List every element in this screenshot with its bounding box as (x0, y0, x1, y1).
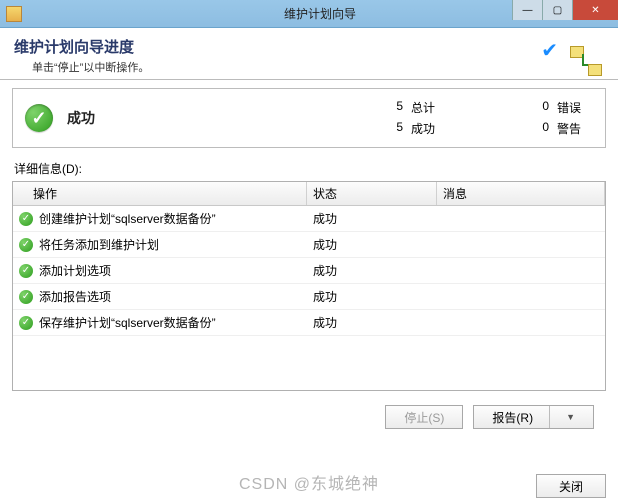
stop-button: 停止(S) (385, 405, 463, 429)
row-success-icon: ✓ (19, 264, 33, 278)
title-bar: 维护计划向导 — ▢ ✕ (0, 0, 618, 28)
close-window-button[interactable]: ✕ (572, 0, 618, 20)
row-status: 成功 (307, 284, 437, 309)
row-success-icon: ✓ (19, 238, 33, 252)
row-action: 将任务添加到维护计划 (39, 236, 159, 253)
summary-status: 成功 (67, 108, 227, 128)
total-label: 总计 (411, 99, 447, 116)
col-action[interactable]: 操作 (13, 182, 307, 205)
table-row[interactable]: ✓ 添加报告选项 成功 (13, 284, 605, 310)
close-button[interactable]: 关闭 (536, 474, 606, 498)
maximize-button[interactable]: ▢ (542, 0, 572, 20)
table-row[interactable]: ✓ 保存维护计划“sqlserver数据备份” 成功 (13, 310, 605, 336)
warning-label: 警告 (557, 120, 593, 137)
row-message (437, 232, 605, 257)
row-action: 保存维护计划“sqlserver数据备份” (39, 314, 216, 331)
col-status[interactable]: 状态 (307, 182, 437, 205)
row-status: 成功 (307, 232, 437, 257)
row-success-icon: ✓ (19, 212, 33, 226)
total-count: 5 (389, 99, 403, 116)
success-count: 5 (389, 120, 403, 137)
success-label: 成功 (411, 120, 447, 137)
report-button[interactable]: 报告(R) ▼ (473, 405, 594, 429)
row-message (437, 310, 605, 335)
grid-header: 操作 状态 消息 (13, 182, 605, 206)
row-message (437, 206, 605, 231)
page-title: 维护计划向导进度 (14, 36, 604, 57)
window-controls: — ▢ ✕ (512, 0, 618, 20)
header-check-icon: ✔ (541, 38, 558, 63)
error-count: 0 (535, 99, 549, 116)
row-status: 成功 (307, 206, 437, 231)
row-action: 添加报告选项 (39, 288, 111, 305)
details-label: 详细信息(D): (14, 160, 606, 177)
success-icon: ✓ (25, 104, 53, 132)
row-status: 成功 (307, 258, 437, 283)
watermark: CSDN @东城绝神 (239, 470, 379, 494)
table-row[interactable]: ✓ 将任务添加到维护计划 成功 (13, 232, 605, 258)
header-diagram-icon (566, 44, 606, 80)
app-icon (6, 6, 22, 22)
row-action: 创建维护计划“sqlserver数据备份” (39, 210, 216, 227)
button-bar: 停止(S) 报告(R) ▼ (12, 391, 606, 429)
warning-count: 0 (535, 120, 549, 137)
table-row[interactable]: ✓ 添加计划选项 成功 (13, 258, 605, 284)
dropdown-icon: ▼ (566, 412, 575, 422)
page-subtitle: 单击“停止”以中断操作。 (32, 59, 604, 75)
summary-panel: ✓ 成功 5 总计 0 错误 5 成功 0 警告 (12, 88, 606, 148)
summary-counts: 5 总计 0 错误 5 成功 0 警告 (389, 99, 593, 137)
table-row[interactable]: ✓ 创建维护计划“sqlserver数据备份” 成功 (13, 206, 605, 232)
minimize-button[interactable]: — (512, 0, 542, 20)
wizard-header: 维护计划向导进度 单击“停止”以中断操作。 ✔ (0, 28, 618, 79)
row-success-icon: ✓ (19, 316, 33, 330)
details-grid: 操作 状态 消息 ✓ 创建维护计划“sqlserver数据备份” 成功 ✓ 将任务添加到… (12, 181, 606, 391)
row-message (437, 284, 605, 309)
row-status: 成功 (307, 310, 437, 335)
col-message[interactable]: 消息 (437, 182, 605, 205)
row-message (437, 258, 605, 283)
row-success-icon: ✓ (19, 290, 33, 304)
row-action: 添加计划选项 (39, 262, 111, 279)
error-label: 错误 (557, 99, 593, 116)
